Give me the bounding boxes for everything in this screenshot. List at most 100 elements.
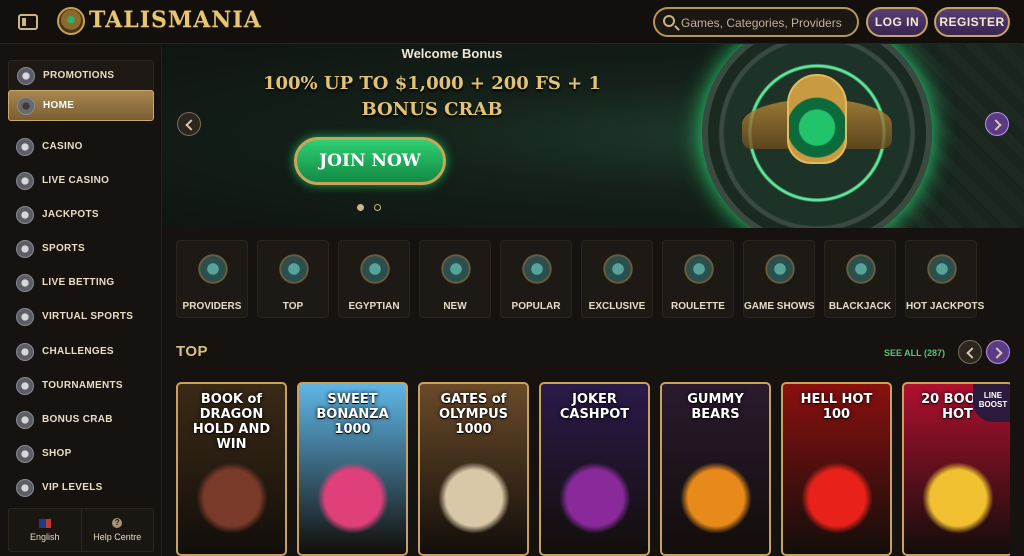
game-card[interactable]: BOOK of DRAGON HOLD AND WIN [176, 382, 287, 556]
category-label: ROULETTE [671, 301, 725, 312]
game-artwork [922, 462, 994, 534]
help-icon: ? [112, 518, 123, 528]
jackpot-icon [16, 205, 34, 224]
sidebar-item-challenges[interactable]: CHALLENGES [8, 336, 154, 367]
sidebar-item-label: VIP LEVELS [42, 482, 103, 493]
wheel-icon [764, 253, 796, 285]
game-card[interactable]: GUMMY BEARS [660, 382, 771, 556]
sidebar-item-promotions[interactable]: PROMOTIONS [8, 60, 154, 91]
sidebar-item-label: CASINO [42, 141, 83, 152]
game-title: SWEET BONANZA 1000 [316, 392, 389, 437]
sidebar-item-live-betting[interactable]: LIVE BETTING [8, 267, 154, 298]
game-card[interactable]: GATES of OLYMPUS 1000 [418, 382, 529, 556]
sidebar-item-live-casino[interactable]: LIVE CASINO [8, 165, 154, 196]
language-selector[interactable]: English [9, 509, 81, 551]
game-title: BOOK of DRAGON HOLD AND WIN [192, 392, 271, 452]
game-artwork [317, 462, 389, 534]
game-badge: LINE BOOST [973, 384, 1010, 422]
sidebar-footer: English ? Help Centre [8, 508, 154, 552]
sidebar-item-label: HOME [43, 100, 75, 111]
game-card[interactable]: 20 BOOST HOT LINE BOOST [902, 382, 1010, 556]
category-label: EGYPTIAN [348, 301, 400, 312]
category-label: BLACKJACK [828, 301, 892, 312]
sidebar-item-label: PROMOTIONS [43, 70, 115, 81]
sidebar-item-tournaments[interactable]: TOURNAMENTS [8, 370, 154, 401]
game-title: GATES of OLYMPUS 1000 [438, 392, 509, 437]
gift-icon [17, 66, 35, 85]
category-row: PROVIDERS TOP EGYPTIAN NEW POPULAR EXCLUSIVE R… [176, 240, 1010, 318]
see-all-link[interactable]: SEE ALL (287) [884, 348, 945, 358]
sidebar-item-label: LIVE CASINO [42, 175, 110, 186]
sidebar-item-bonus-crab[interactable]: BONUS CRAB [8, 404, 154, 435]
category-label: HOT JACKPOTS [906, 301, 985, 312]
category-providers[interactable]: PROVIDERS [176, 240, 248, 318]
sidebar-item-label: SHOP [42, 448, 72, 459]
game-artwork [801, 462, 873, 534]
games-carousel: BOOK of DRAGON HOLD AND WIN SWEET BONANZA… [176, 382, 1010, 556]
category-popular[interactable]: POPULAR [500, 240, 572, 318]
banner-eyebrow: Welcome Bonus [401, 46, 503, 61]
stopwatch-icon [16, 273, 34, 292]
slide-dots [357, 204, 381, 211]
games-prev-arrow-icon[interactable] [958, 340, 982, 364]
game-card[interactable]: JOKER CASHPOT [539, 382, 650, 556]
spade-icon [16, 171, 34, 190]
flag-icon [38, 518, 51, 528]
sidebar-item-virtual-sports[interactable]: VIRTUAL SPORTS [8, 301, 154, 332]
category-game-shows[interactable]: GAME SHOWS [743, 240, 815, 318]
brand-logo[interactable]: TALISMANIA [89, 7, 262, 33]
sidebar-item-casino[interactable]: CASINO [8, 131, 154, 162]
game-artwork [438, 462, 510, 534]
category-label: POPULAR [511, 301, 561, 312]
category-top[interactable]: TOP [257, 240, 329, 318]
join-now-button[interactable]: JOIN NOW [294, 137, 446, 185]
register-button[interactable]: REGISTER [934, 7, 1010, 37]
promo-banner[interactable]: Welcome Bonus 100% UP TO $1,000 + 200 FS… [162, 44, 1024, 228]
medal-icon [16, 342, 34, 361]
games-next-arrow-icon[interactable] [986, 340, 1010, 364]
category-label: EXCLUSIVE [588, 301, 646, 312]
category-new[interactable]: NEW [419, 240, 491, 318]
login-button[interactable]: LOG IN [866, 7, 928, 37]
category-hot-jackpots[interactable]: HOT JACKPOTS [905, 240, 985, 318]
sidebar-item-label: TOURNAMENTS [42, 380, 123, 391]
sidebar-toggle-icon[interactable] [18, 14, 38, 30]
banner-title-line1: 100% UP TO $1,000 + 200 FS + 1 [262, 73, 602, 94]
sidebar-item-jackpots[interactable]: JACKPOTS [8, 199, 154, 230]
game-artwork [196, 462, 268, 534]
sidebar-item-shop[interactable]: SHOP [8, 438, 154, 469]
category-egyptian[interactable]: EGYPTIAN [338, 240, 410, 318]
scarab-logo-icon[interactable] [57, 7, 85, 35]
sidebar-item-label: SPORTS [42, 243, 85, 254]
game-card[interactable]: SWEET BONANZA 1000 [297, 382, 408, 556]
banner-prev-arrow-icon[interactable] [177, 112, 201, 136]
slide-dot-1[interactable] [357, 204, 364, 211]
game-title: HELL HOT 100 [800, 392, 873, 422]
sidebar-item-label: BONUS CRAB [42, 414, 113, 425]
sun-icon [440, 253, 472, 285]
help-centre-link[interactable]: ? Help Centre [80, 509, 154, 551]
sidebar-item-sports[interactable]: SPORTS [8, 233, 154, 264]
category-label: PROVIDERS [182, 301, 242, 312]
category-blackjack[interactable]: BLACKJACK [824, 240, 896, 318]
scarab-art [787, 74, 847, 164]
category-exclusive[interactable]: EXCLUSIVE [581, 240, 653, 318]
scroll-icon [197, 253, 229, 285]
sidebar-item-home[interactable]: HOME [8, 90, 154, 121]
game-card[interactable]: HELL HOT 100 [781, 382, 892, 556]
help-label: Help Centre [93, 532, 142, 542]
gamepad-icon [16, 307, 34, 326]
sidebar-item-label: CHALLENGES [42, 346, 114, 357]
search-bar[interactable] [653, 7, 859, 37]
slide-dot-2[interactable] [374, 204, 381, 211]
banner-next-arrow-icon[interactable] [985, 112, 1009, 136]
language-label: English [29, 531, 60, 542]
crab-icon [16, 410, 34, 429]
sidebar-item-label: VIRTUAL SPORTS [42, 311, 134, 322]
game-title: JOKER CASHPOT [559, 392, 630, 422]
category-roulette[interactable]: ROULETTE [662, 240, 734, 318]
search-input[interactable] [681, 13, 853, 33]
top-header: TALISMANIA LOG IN REGISTER [0, 0, 1024, 44]
spade-icon [845, 253, 877, 285]
sidebar-item-vip-levels[interactable]: VIP LEVELS [8, 472, 154, 503]
